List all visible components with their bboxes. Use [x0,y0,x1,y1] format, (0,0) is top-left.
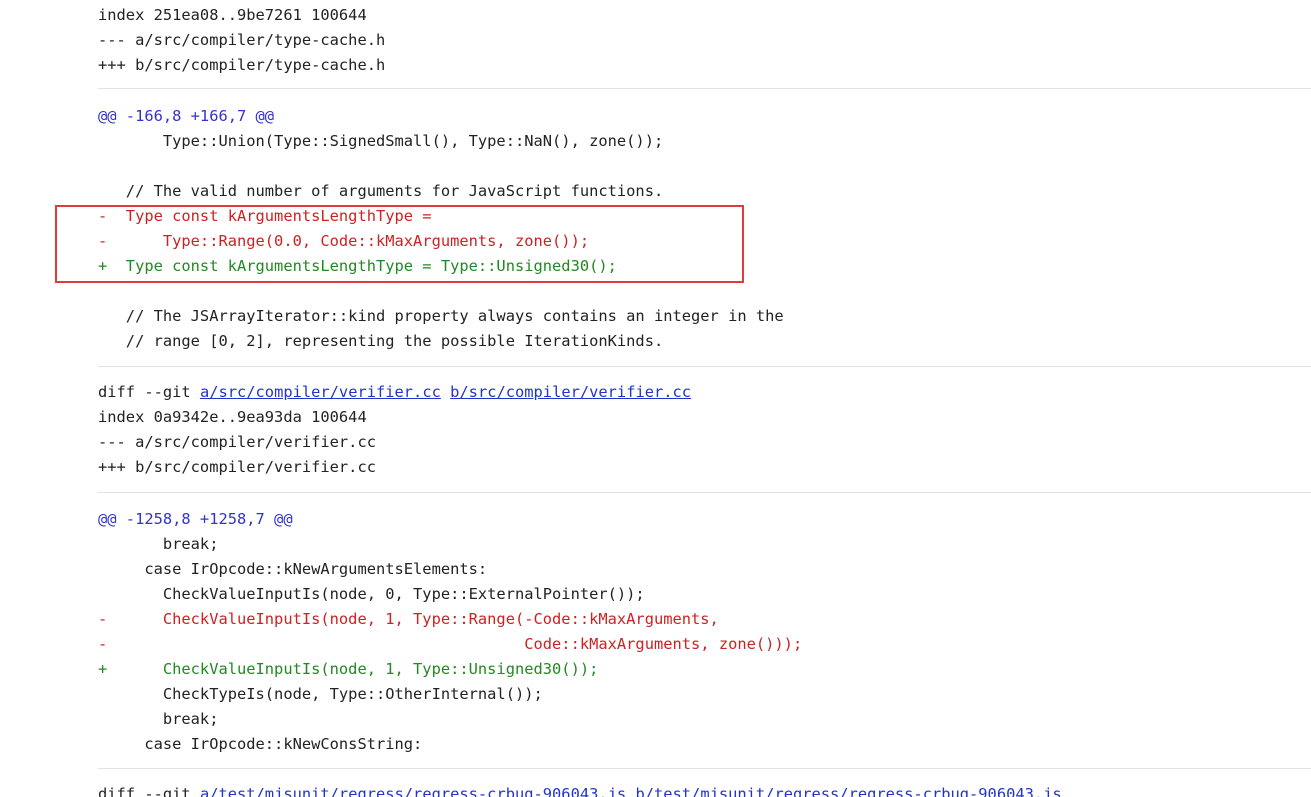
hunk1-added-line: + Type const kArgumentsLengthType = Type… [98,257,617,275]
file2-index-line: index 0a9342e..9ea93da 100644 [98,408,367,426]
diff-page: index 251ea08..9be7261 100644 --- a/src/… [0,0,1311,797]
file3-diff-line: diff --git a/test/mjsunit/regress/regres… [98,784,1062,797]
separator [98,366,1311,367]
file1-index-line: index 251ea08..9be7261 100644 [98,6,367,24]
file2-minus-line: --- a/src/compiler/verifier.cc [98,433,376,451]
hunk1-line: // range [0, 2], representing the possib… [98,332,664,350]
hunk2-line: break; [98,710,219,728]
hunk1-deleted-line: - Type::Range(0.0, Code::kMaxArguments, … [98,232,590,250]
hunk2-line: case IrOpcode::kNewConsString: [98,735,423,753]
separator [98,768,1311,769]
file2-plus-line: +++ b/src/compiler/verifier.cc [98,458,376,476]
hunk2-header: @@ -1258,8 +1258,7 @@ [98,510,293,528]
hunk1-line: // The JSArrayIterator::kind property al… [98,307,784,325]
hunk2-deleted-line: - CheckValueInputIs(node, 1, Type::Range… [98,610,719,628]
separator [98,88,1311,89]
hunk2-added-line: + CheckValueInputIs(node, 1, Type::Unsig… [98,660,599,678]
hunk1-line: // The valid number of arguments for Jav… [98,182,664,200]
file1-minus-line: --- a/src/compiler/type-cache.h [98,31,386,49]
separator [98,492,1311,493]
hunk2-line: break; [98,535,219,553]
hunk1-deleted-line: - Type const kArgumentsLengthType = [98,207,432,225]
file2-diff-line: diff --git a/src/compiler/verifier.cc b/… [98,382,691,402]
hunk2-deleted-line: - Code::kMaxArguments, zone())); [98,635,803,653]
hunk1-line: Type::Union(Type::SignedSmall(), Type::N… [98,132,664,150]
file1-plus-line: +++ b/src/compiler/type-cache.h [98,56,386,74]
hunk2-line: CheckValueInputIs(node, 0, Type::Externa… [98,585,645,603]
diff-prefix: diff --git [98,383,200,401]
file-b-link[interactable]: b/test/mjsunit/regress/regress-crbug-906… [635,785,1061,797]
file-b-link[interactable]: b/src/compiler/verifier.cc [450,383,691,401]
file-a-link[interactable]: a/src/compiler/verifier.cc [200,383,441,401]
hunk2-line: CheckTypeIs(node, Type::OtherInternal())… [98,685,543,703]
hunk1-header: @@ -166,8 +166,7 @@ [98,107,275,125]
diff-prefix: diff --git [98,785,200,797]
hunk2-line: case IrOpcode::kNewArgumentsElements: [98,560,488,578]
file-a-link[interactable]: a/test/mjsunit/regress/regress-crbug-906… [200,785,626,797]
